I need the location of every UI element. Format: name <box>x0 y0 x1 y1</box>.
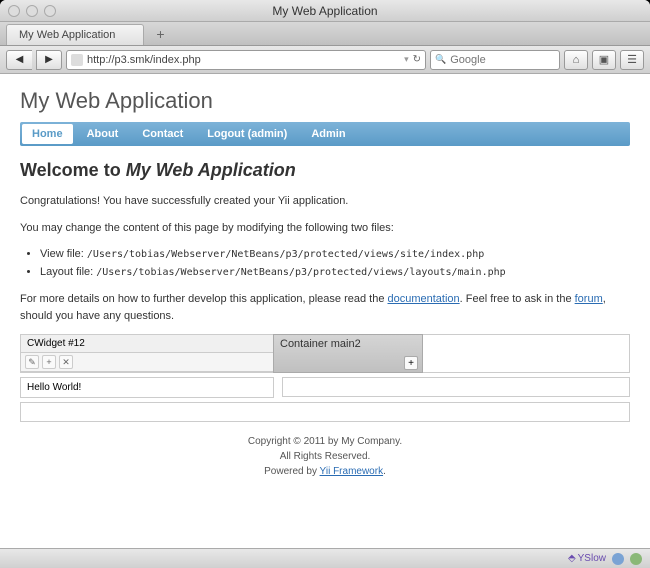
documentation-link[interactable]: documentation <box>388 293 460 305</box>
yslow-icon: ⬘ <box>568 553 576 564</box>
nav-logout[interactable]: Logout (admin) <box>195 122 299 146</box>
close-icon[interactable] <box>8 5 20 17</box>
empty-widget-side <box>282 377 630 397</box>
reload-icon[interactable]: ↻ <box>413 54 421 65</box>
widget-row-1: CWidget #12 ✎ + ✕ Container main2 + <box>20 334 630 373</box>
yii-link[interactable]: Yii Framework <box>320 466 384 477</box>
search-bar[interactable]: 🔍 <box>430 50 560 70</box>
rights-text: All Rights Reserved. <box>20 449 630 464</box>
forward-button[interactable]: ▶ <box>36 50 62 70</box>
browser-tab[interactable]: My Web Application <box>6 24 144 45</box>
files-list: View file: /Users/tobias/Webserver/NetBe… <box>40 246 630 281</box>
congrats-text: Congratulations! You have successfully c… <box>20 193 630 210</box>
browser-window: My Web Application My Web Application + … <box>0 0 650 568</box>
window-title: My Web Application <box>0 4 650 18</box>
page-footer: Copyright © 2011 by My Company. All Righ… <box>20 434 630 479</box>
url-bar[interactable]: ▾ ↻ <box>66 50 426 70</box>
widget-row-2: Hello World! <box>20 377 630 398</box>
powered-by: Powered by Yii Framework. <box>20 464 630 479</box>
welcome-heading: Welcome to My Web Application <box>20 160 630 181</box>
yslow-indicator[interactable]: ⬘ YSlow <box>568 553 606 564</box>
rss-icon[interactable]: ▾ <box>404 54 409 65</box>
list-item: Layout file: /Users/tobias/Webserver/Net… <box>40 264 630 282</box>
empty-widget-right <box>422 334 630 373</box>
url-input[interactable] <box>87 54 400 66</box>
page-content: My Web Application Home About Contact Lo… <box>0 74 650 548</box>
copyright-text: Copyright © 2011 by My Company. <box>20 434 630 449</box>
add-icon[interactable]: + <box>42 355 56 369</box>
nav-contact[interactable]: Contact <box>130 122 195 146</box>
nav-about[interactable]: About <box>75 122 131 146</box>
toolbar: ◀ ▶ ▾ ↻ 🔍 ⌂ ▣ ☰ <box>0 46 650 74</box>
sidebar-button[interactable]: ☰ <box>620 50 644 70</box>
nav-admin[interactable]: Admin <box>299 122 357 146</box>
nav-home[interactable]: Home <box>22 124 73 144</box>
main-nav: Home About Contact Logout (admin) Admin <box>20 122 630 146</box>
container-main2: Container main2 + <box>273 334 423 373</box>
delete-icon[interactable]: ✕ <box>59 355 73 369</box>
status-icon-1[interactable] <box>612 553 624 565</box>
status-bar: ⬘ YSlow <box>0 548 650 568</box>
cwidget-box: CWidget #12 ✎ + ✕ <box>20 334 274 373</box>
container-add-icon[interactable]: + <box>404 356 418 370</box>
app-title: My Web Application <box>20 88 630 114</box>
bookmark-button[interactable]: ▣ <box>592 50 616 70</box>
traffic-lights <box>8 5 56 17</box>
zoom-icon[interactable] <box>44 5 56 17</box>
favicon-icon <box>71 54 83 66</box>
cwidget-header: CWidget #12 <box>21 335 273 353</box>
more-details-text: For more details on how to further devel… <box>20 291 630 324</box>
search-engine-icon[interactable]: 🔍 <box>435 54 446 65</box>
minimize-icon[interactable] <box>26 5 38 17</box>
hello-text: Hello World! <box>21 378 273 397</box>
container-main2-title: Container main2 <box>274 335 422 353</box>
edit-icon[interactable]: ✎ <box>25 355 39 369</box>
tab-label: My Web Application <box>19 29 115 41</box>
new-tab-button[interactable]: + <box>148 22 172 45</box>
modify-intro: You may change the content of this page … <box>20 220 630 237</box>
list-item: View file: /Users/tobias/Webserver/NetBe… <box>40 246 630 264</box>
hello-widget: Hello World! <box>20 377 274 398</box>
back-button[interactable]: ◀ <box>6 50 32 70</box>
cwidget-toolbar: ✎ + ✕ <box>21 353 273 372</box>
status-icon-2[interactable] <box>630 553 642 565</box>
forum-link[interactable]: forum <box>575 293 603 305</box>
empty-row <box>20 402 630 422</box>
home-button[interactable]: ⌂ <box>564 50 588 70</box>
tab-bar: My Web Application + <box>0 22 650 46</box>
titlebar: My Web Application <box>0 0 650 22</box>
